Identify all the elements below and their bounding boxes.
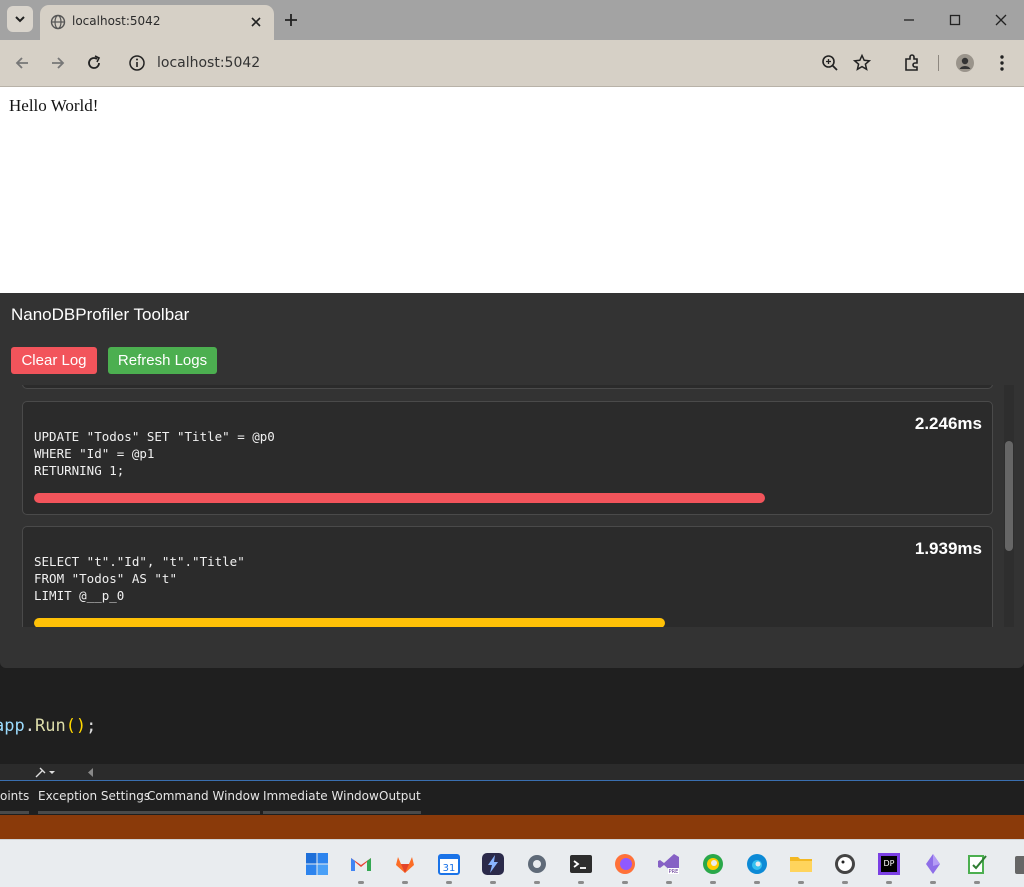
log-list[interactable]: UPDATE "Todos" SET "Title" = @p0 WHERE "… (0, 385, 1014, 627)
running-indicator (402, 881, 408, 884)
visual-studio-preview-icon[interactable]: PRE (657, 852, 681, 876)
zoom-icon[interactable] (820, 53, 840, 73)
taskbar: 31 PRE DP (0, 839, 1024, 887)
clear-log-button[interactable]: Clear Log (11, 347, 97, 374)
svg-text:PRE: PRE (669, 869, 679, 875)
duration-bar (34, 493, 765, 503)
duck-app-icon[interactable] (833, 852, 857, 876)
firefox-icon[interactable] (613, 852, 637, 876)
browser-tab[interactable]: localhost:5042 (40, 5, 274, 40)
running-indicator (622, 881, 628, 884)
gitlab-icon[interactable] (393, 852, 417, 876)
code-line: app.Run(); (0, 716, 97, 736)
tab-output[interactable]: Output (379, 789, 421, 814)
scroll-left-icon[interactable] (86, 766, 96, 779)
tab-search-button[interactable] (7, 6, 33, 32)
log-scrollbar-thumb[interactable] (1005, 441, 1013, 551)
profiler-title: NanoDBProfiler Toolbar (11, 305, 190, 324)
settings-icon[interactable] (525, 852, 549, 876)
extensions-icon[interactable] (902, 53, 922, 73)
page-content: Hello World! (0, 87, 1024, 293)
browser-tab-strip: localhost:5042 (0, 0, 1024, 40)
browser-toolbar: localhost:5042 (0, 40, 1024, 87)
menu-kebab-icon[interactable] (992, 53, 1012, 73)
bookmark-star-icon[interactable] (852, 53, 872, 73)
calendar-icon[interactable]: 31 (437, 852, 461, 876)
duration-bar (34, 618, 665, 627)
query-duration: 2.246ms (914, 414, 982, 433)
hello-text: Hello World! (9, 96, 99, 115)
dotpeek-icon[interactable]: DP (877, 852, 901, 876)
refresh-logs-button[interactable]: Refresh Logs (108, 347, 217, 374)
running-indicator (974, 881, 980, 884)
running-indicator (798, 881, 804, 884)
site-info-icon[interactable] (127, 53, 147, 73)
file-explorer-icon[interactable] (789, 852, 813, 876)
running-indicator (842, 881, 848, 884)
new-tab-icon[interactable] (282, 11, 300, 29)
log-entry: SELECT "t"."Id", "t"."Title" FROM "Todos… (22, 526, 993, 627)
terminal-icon[interactable] (569, 852, 593, 876)
running-indicator (358, 881, 364, 884)
partial-icon[interactable] (1009, 852, 1024, 876)
gmail-icon[interactable] (349, 852, 373, 876)
ide-tool-tabs: oints Exception Settings Command Window … (0, 782, 1024, 815)
tab-command-window[interactable]: Command Window (147, 789, 260, 814)
crystal-icon[interactable] (921, 852, 945, 876)
running-indicator (710, 881, 716, 884)
running-indicator (754, 881, 760, 884)
query-duration: 1.939ms (914, 539, 982, 558)
running-indicator (578, 881, 584, 884)
close-tab-icon[interactable] (248, 14, 264, 30)
windows-start-icon[interactable] (305, 852, 329, 876)
edge-icon[interactable] (745, 852, 769, 876)
tab-immediate-window[interactable]: Immediate Window (263, 789, 379, 814)
toolbar-separator (938, 55, 939, 71)
tab-title: localhost:5042 (72, 14, 161, 28)
tab-breakpoints[interactable]: oints (0, 789, 30, 814)
back-arrow-icon[interactable] (12, 53, 32, 73)
tab-exception-settings[interactable]: Exception Settings (38, 789, 151, 814)
svg-text:DP: DP (884, 859, 895, 868)
brush-dropdown-icon[interactable] (34, 766, 58, 779)
ide-status-bar (0, 815, 1024, 839)
sql-query: UPDATE "Todos" SET "Title" = @p0 WHERE "… (34, 429, 275, 478)
globe-icon (50, 14, 66, 30)
forward-arrow-icon[interactable] (48, 53, 68, 73)
address-bar[interactable]: localhost:5042 (157, 55, 260, 71)
profiler-toolbar: NanoDBProfiler Toolbar Clear Log Refresh… (0, 293, 1024, 668)
svg-text:31: 31 (443, 863, 456, 874)
edge-dev-icon[interactable] (701, 852, 725, 876)
profile-avatar-icon[interactable] (955, 53, 975, 73)
running-indicator (666, 881, 672, 884)
running-indicator (534, 881, 540, 884)
power-automate-icon[interactable] (481, 852, 505, 876)
log-entry: UPDATE "Todos" SET "Title" = @p0 WHERE "… (22, 401, 993, 515)
maximize-icon[interactable] (946, 11, 964, 29)
close-window-icon[interactable] (992, 11, 1010, 29)
sql-query: SELECT "t"."Id", "t"."Title" FROM "Todos… (34, 554, 245, 603)
ide-editor (0, 668, 1024, 768)
chevron-down-icon (15, 16, 25, 23)
running-indicator (930, 881, 936, 884)
running-indicator (886, 881, 892, 884)
minimize-icon[interactable] (900, 11, 918, 29)
log-entry-previous (22, 385, 993, 389)
notepad-icon[interactable] (965, 852, 989, 876)
reload-icon[interactable] (84, 53, 104, 73)
ide-editor-strip (0, 764, 1024, 781)
running-indicator (490, 881, 496, 884)
running-indicator (446, 881, 452, 884)
